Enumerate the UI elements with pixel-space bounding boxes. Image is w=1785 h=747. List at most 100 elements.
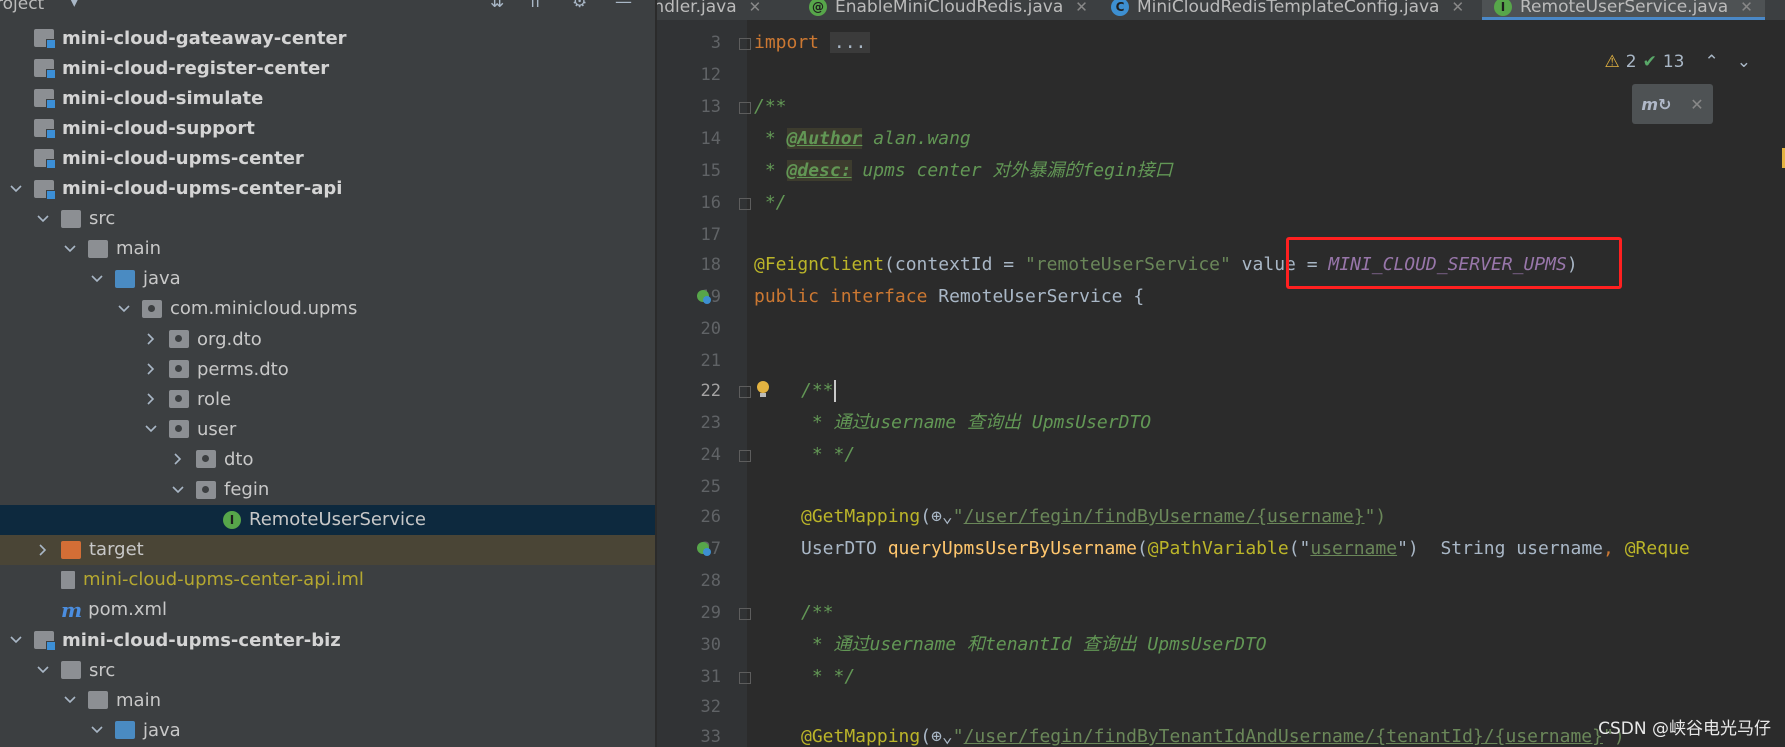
line-number[interactable]: 33 [657,727,721,747]
globe-icon[interactable]: ⊕⌄ [931,726,953,747]
tree-row[interactable]: dto [0,444,655,474]
chevron-right-icon[interactable] [170,453,186,465]
project-title[interactable]: roject [0,0,44,14]
close-icon[interactable]: ✕ [1451,0,1464,16]
tree-item-label: mini-cloud-simulate [62,87,264,109]
tree-row[interactable]: org.dto [0,324,655,354]
implemented-marker-icon[interactable] [696,541,712,557]
chevron-down-icon[interactable] [35,215,51,223]
line-number[interactable]: 26 [657,507,721,527]
gear-icon[interactable]: ⚙ [572,0,587,12]
line-number[interactable]: 21 [657,351,721,371]
implemented-marker-icon[interactable] [696,289,712,305]
chevron-down-icon[interactable] [170,485,186,494]
chevron-down-icon[interactable] [143,425,159,433]
line-number[interactable]: 31 [657,667,721,687]
tree-row[interactable]: mini-cloud-upms-center-api [0,174,655,204]
dropdown-icon[interactable]: ▾ [70,0,79,12]
chevron-down-icon[interactable] [89,726,105,734]
tree-row[interactable]: mini-cloud-register-center [0,53,655,83]
chevron-down-icon[interactable] [35,666,51,674]
text-cursor [833,380,836,402]
folder-grey-icon [61,661,81,680]
chevron-up-icon[interactable]: ⌃ [1705,52,1719,72]
tab-handler[interactable]: andler.java ✕ [657,0,771,20]
tree-row[interactable]: role [0,384,655,414]
globe-icon[interactable]: ⊕⌄ [931,506,953,527]
tree-row[interactable]: main [0,685,655,715]
tree-row[interactable]: I RemoteUserService [0,504,655,535]
tree-row[interactable]: user [0,414,655,444]
tree-row[interactable]: src [0,655,655,685]
close-icon[interactable]: ✕ [1075,0,1088,16]
tree-row[interactable]: mini-cloud-gateaway-center [0,23,655,53]
tree-row[interactable]: mini-cloud-simulate [0,83,655,113]
chevron-right-icon[interactable] [143,363,159,375]
fold-toggle-icon[interactable] [739,608,751,620]
line-number[interactable]: 13 [657,97,721,117]
tree-row[interactable]: perms.dto [0,354,655,384]
fold-toggle-icon[interactable] [739,386,751,398]
tab-enable-mini-cloud-redis[interactable]: @ EnableMiniCloudRedis.java ✕ [797,0,1100,20]
line-number[interactable]: 23 [657,413,721,433]
line-number[interactable]: 17 [657,225,721,245]
close-icon[interactable]: ✕ [1740,0,1753,16]
tree-row[interactable]: mini-cloud-upms-center-api.iml [0,565,655,595]
collapse-all-icon[interactable]: ⇈ [528,0,542,12]
line-number[interactable]: 29 [657,603,721,623]
line-number[interactable]: 30 [657,635,721,655]
line-number[interactable]: 22 [657,381,721,401]
tree-row[interactable]: com.minicloud.upms [0,294,655,324]
intention-bulb-icon[interactable] [755,380,771,397]
tree-row[interactable]: mini-cloud-upms-center [0,143,655,173]
line-number[interactable]: 3 [657,33,721,53]
tree-item-label: org.dto [197,328,262,350]
tree-row[interactable]: main [0,234,655,264]
tree-row[interactable]: java [0,264,655,294]
tree-row[interactable]: src [0,204,655,234]
line-number[interactable]: 32 [657,697,721,717]
chevron-down-icon[interactable] [116,305,132,313]
line-number[interactable]: 18 [657,255,721,275]
line-number[interactable]: 12 [657,65,721,85]
line-number[interactable]: 16 [657,193,721,213]
close-icon[interactable]: ✕ [1690,95,1703,114]
tree-row[interactable]: fegin [0,475,655,505]
code-line-13: /** [754,96,787,117]
chevron-right-icon[interactable] [143,393,159,405]
chevron-down-icon[interactable]: ⌄ [1737,52,1751,72]
chevron-down-icon[interactable] [62,245,78,253]
tab-redis-template-config[interactable]: C MiniCloudRedisTemplateConfig.java ✕ [1099,0,1476,20]
fold-toggle-icon[interactable] [739,450,751,462]
tree-row[interactable]: mini-cloud-upms-center-biz [0,625,655,655]
fold-toggle-icon[interactable] [739,102,751,114]
line-number[interactable]: 15 [657,161,721,181]
close-icon[interactable]: ✕ [749,0,762,16]
chevron-right-icon[interactable] [35,544,51,556]
tab-remote-user-service[interactable]: I RemoteUserService.java ✕ [1482,0,1765,20]
tree-row[interactable]: java [0,715,655,745]
chevron-down-icon[interactable] [8,184,24,193]
folded-imports[interactable]: ... [829,32,871,53]
line-number[interactable]: 24 [657,445,721,465]
chevron-down-icon[interactable] [8,636,24,644]
line-number[interactable]: 25 [657,477,721,497]
maven-reload-icon[interactable]: m↻ [1641,95,1671,114]
chevron-down-icon[interactable] [89,275,105,283]
code-line-3: import ... [754,28,871,58]
fold-toggle-icon[interactable] [739,38,751,50]
tree-row[interactable]: target [0,534,655,565]
fold-toggle-icon[interactable] [739,198,751,210]
tree-row[interactable]: m pom.xml [0,595,655,625]
chevron-down-icon[interactable] [62,696,78,704]
hide-icon[interactable]: — [615,0,632,12]
line-number[interactable]: 28 [657,571,721,591]
inspection-widget[interactable]: ⚠ 2 ✔ 13 ⌃ ⌄ [1605,52,1751,72]
chevron-right-icon[interactable] [143,333,159,345]
line-number[interactable]: 14 [657,129,721,149]
code-editor[interactable]: 3 12 13 14 15 16 17 18 19 20 21 22 23 24 25 26 27 28 29 30 3… [657,20,1785,747]
scroll-from-source-icon[interactable]: ⇊ [490,0,504,12]
fold-toggle-icon[interactable] [739,672,751,684]
line-number[interactable]: 20 [657,319,721,339]
tree-row[interactable]: mini-cloud-support [0,113,655,143]
